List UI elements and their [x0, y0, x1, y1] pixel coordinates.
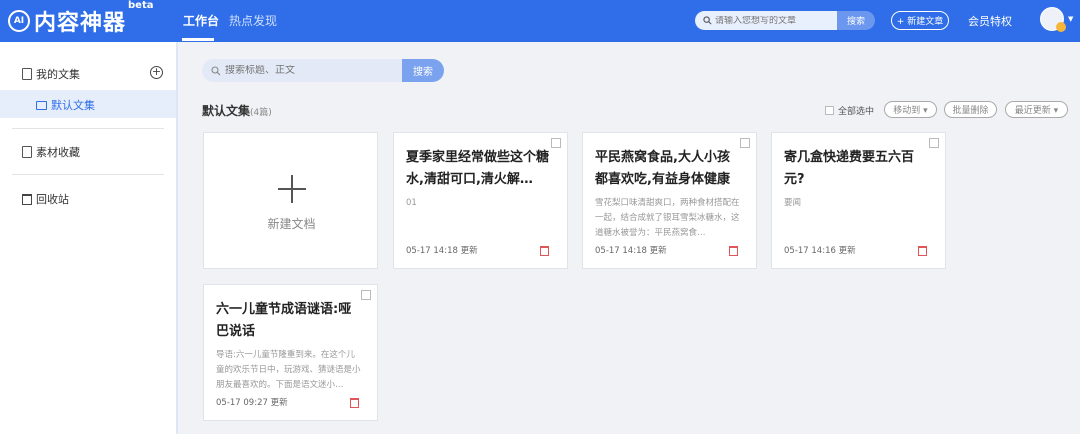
material-icon — [22, 146, 32, 158]
search-icon — [703, 16, 712, 25]
article-card[interactable]: 寄几盒快递费要五六百元? 要闻 05-17 14:16 更新 — [771, 132, 946, 269]
card-description: 要闻 — [784, 198, 802, 208]
new-document-label: 新建文档 — [267, 217, 316, 231]
member-privileges-link[interactable]: 会员特权 — [968, 13, 1012, 29]
content-search-button[interactable]: 搜索 — [402, 59, 444, 82]
select-all-checkbox[interactable] — [825, 106, 834, 115]
sidebar-item-default-collection[interactable]: 默认文集 — [36, 97, 95, 113]
sidebar-item-recycle-bin[interactable]: 回收站 — [22, 191, 69, 207]
article-card[interactable]: 平民燕窝食品,大人小孩都喜欢吃,有益身体健康 雪花梨口味清甜爽口，两种食材搭配在… — [582, 132, 757, 269]
card-title: 六一儿童节成语谜语:哑巴说话 — [216, 302, 352, 339]
plus-icon-vertical — [291, 175, 293, 203]
sidebar-item-materials[interactable]: 素材收藏 — [22, 144, 80, 160]
tab-workbench[interactable]: 工作台 — [183, 12, 219, 29]
delete-icon[interactable] — [918, 246, 927, 256]
card-description: 01 — [406, 198, 417, 208]
divider — [12, 128, 164, 129]
divider — [12, 174, 164, 175]
card-title: 平民燕窝食品,大人小孩都喜欢吃,有益身体健康 — [595, 150, 730, 187]
section-title: 默认文集(4篇) — [202, 102, 272, 119]
logo-text: 内容神器 — [34, 10, 127, 36]
card-updated-date: 05-17 09:27 更新 — [216, 398, 288, 408]
card-checkbox[interactable] — [740, 138, 750, 148]
section-count: (4篇) — [250, 108, 272, 118]
batch-delete-button[interactable]: 批量删除 — [944, 101, 997, 118]
sort-recent-update-dropdown[interactable]: 最近更新 ▾ — [1005, 101, 1068, 118]
sidebar-item-label: 回收站 — [36, 193, 69, 206]
article-card[interactable]: 六一儿童节成语谜语:哑巴说话 导语:六一儿童节隆重到来。在这个儿童的欢乐节日中，… — [203, 284, 378, 421]
sidebar-item-label: 素材收藏 — [36, 146, 80, 159]
new-document-card[interactable]: 新建文档 — [203, 132, 378, 269]
top-header: AI 内容神器 beta 工作台 热点发现 搜索 + 新建文章 会员特权 ▼ — [0, 0, 1080, 42]
section-title-text: 默认文集 — [202, 104, 251, 118]
card-checkbox[interactable] — [551, 138, 561, 148]
delete-icon[interactable] — [729, 246, 738, 256]
chevron-down-icon[interactable]: ▼ — [1068, 15, 1073, 23]
vip-badge-icon — [1056, 22, 1066, 32]
content-search-input[interactable] — [225, 65, 395, 76]
card-updated-date: 05-17 14:16 更新 — [784, 246, 856, 256]
content-search-box — [202, 59, 402, 82]
tab-hot-discovery[interactable]: 热点发现 — [229, 12, 277, 29]
card-title: 夏季家里经常做些这个糖水,清甜可口,清火解… — [406, 150, 550, 187]
card-checkbox[interactable] — [929, 138, 939, 148]
ai-logo-icon: AI — [8, 10, 30, 32]
sidebar: 我的文集 + 默认文集 素材收藏 回收站 — [0, 42, 178, 434]
card-description: 雪花梨口味清甜爽口，两种食材搭配在一起，结合成就了银耳雪梨冰糖水，这道糖水被誉为… — [595, 198, 740, 238]
card-updated-date: 05-17 14:18 更新 — [406, 246, 478, 256]
delete-icon[interactable] — [540, 246, 549, 256]
folder-icon — [36, 100, 47, 110]
card-checkbox[interactable] — [361, 290, 371, 300]
delete-icon[interactable] — [350, 398, 359, 408]
sidebar-item-my-collections[interactable]: 我的文集 — [22, 66, 80, 82]
header-search-input[interactable] — [715, 15, 833, 26]
sidebar-item-label: 我的文集 — [36, 68, 80, 81]
app-logo[interactable]: AI 内容神器 — [8, 4, 126, 38]
header-search-box — [695, 11, 837, 30]
header-search-button[interactable]: 搜索 — [837, 11, 875, 30]
new-article-button[interactable]: + 新建文章 — [891, 11, 949, 30]
card-updated-date: 05-17 14:18 更新 — [595, 246, 667, 256]
trash-icon — [22, 193, 32, 205]
add-collection-icon[interactable]: + — [150, 66, 163, 79]
active-tab-indicator — [182, 38, 214, 41]
article-card[interactable]: 夏季家里经常做些这个糖水,清甜可口,清火解… 01 05-17 14:18 更新 — [393, 132, 568, 269]
search-icon — [211, 65, 221, 75]
card-title: 寄几盒快递费要五六百元? — [784, 150, 915, 187]
select-all-label: 全部选中 — [838, 107, 875, 117]
move-to-button[interactable]: 移动到 ▾ — [884, 101, 937, 118]
sidebar-item-label: 默认文集 — [51, 99, 95, 112]
card-description: 导语:六一儿童节隆重到来。在这个儿童的欢乐节日中，玩游戏、猜谜语是小朋友最喜欢的… — [216, 350, 361, 390]
document-icon — [22, 68, 32, 80]
beta-badge: beta — [128, 0, 154, 11]
select-all[interactable]: 全部选中 — [825, 104, 874, 117]
